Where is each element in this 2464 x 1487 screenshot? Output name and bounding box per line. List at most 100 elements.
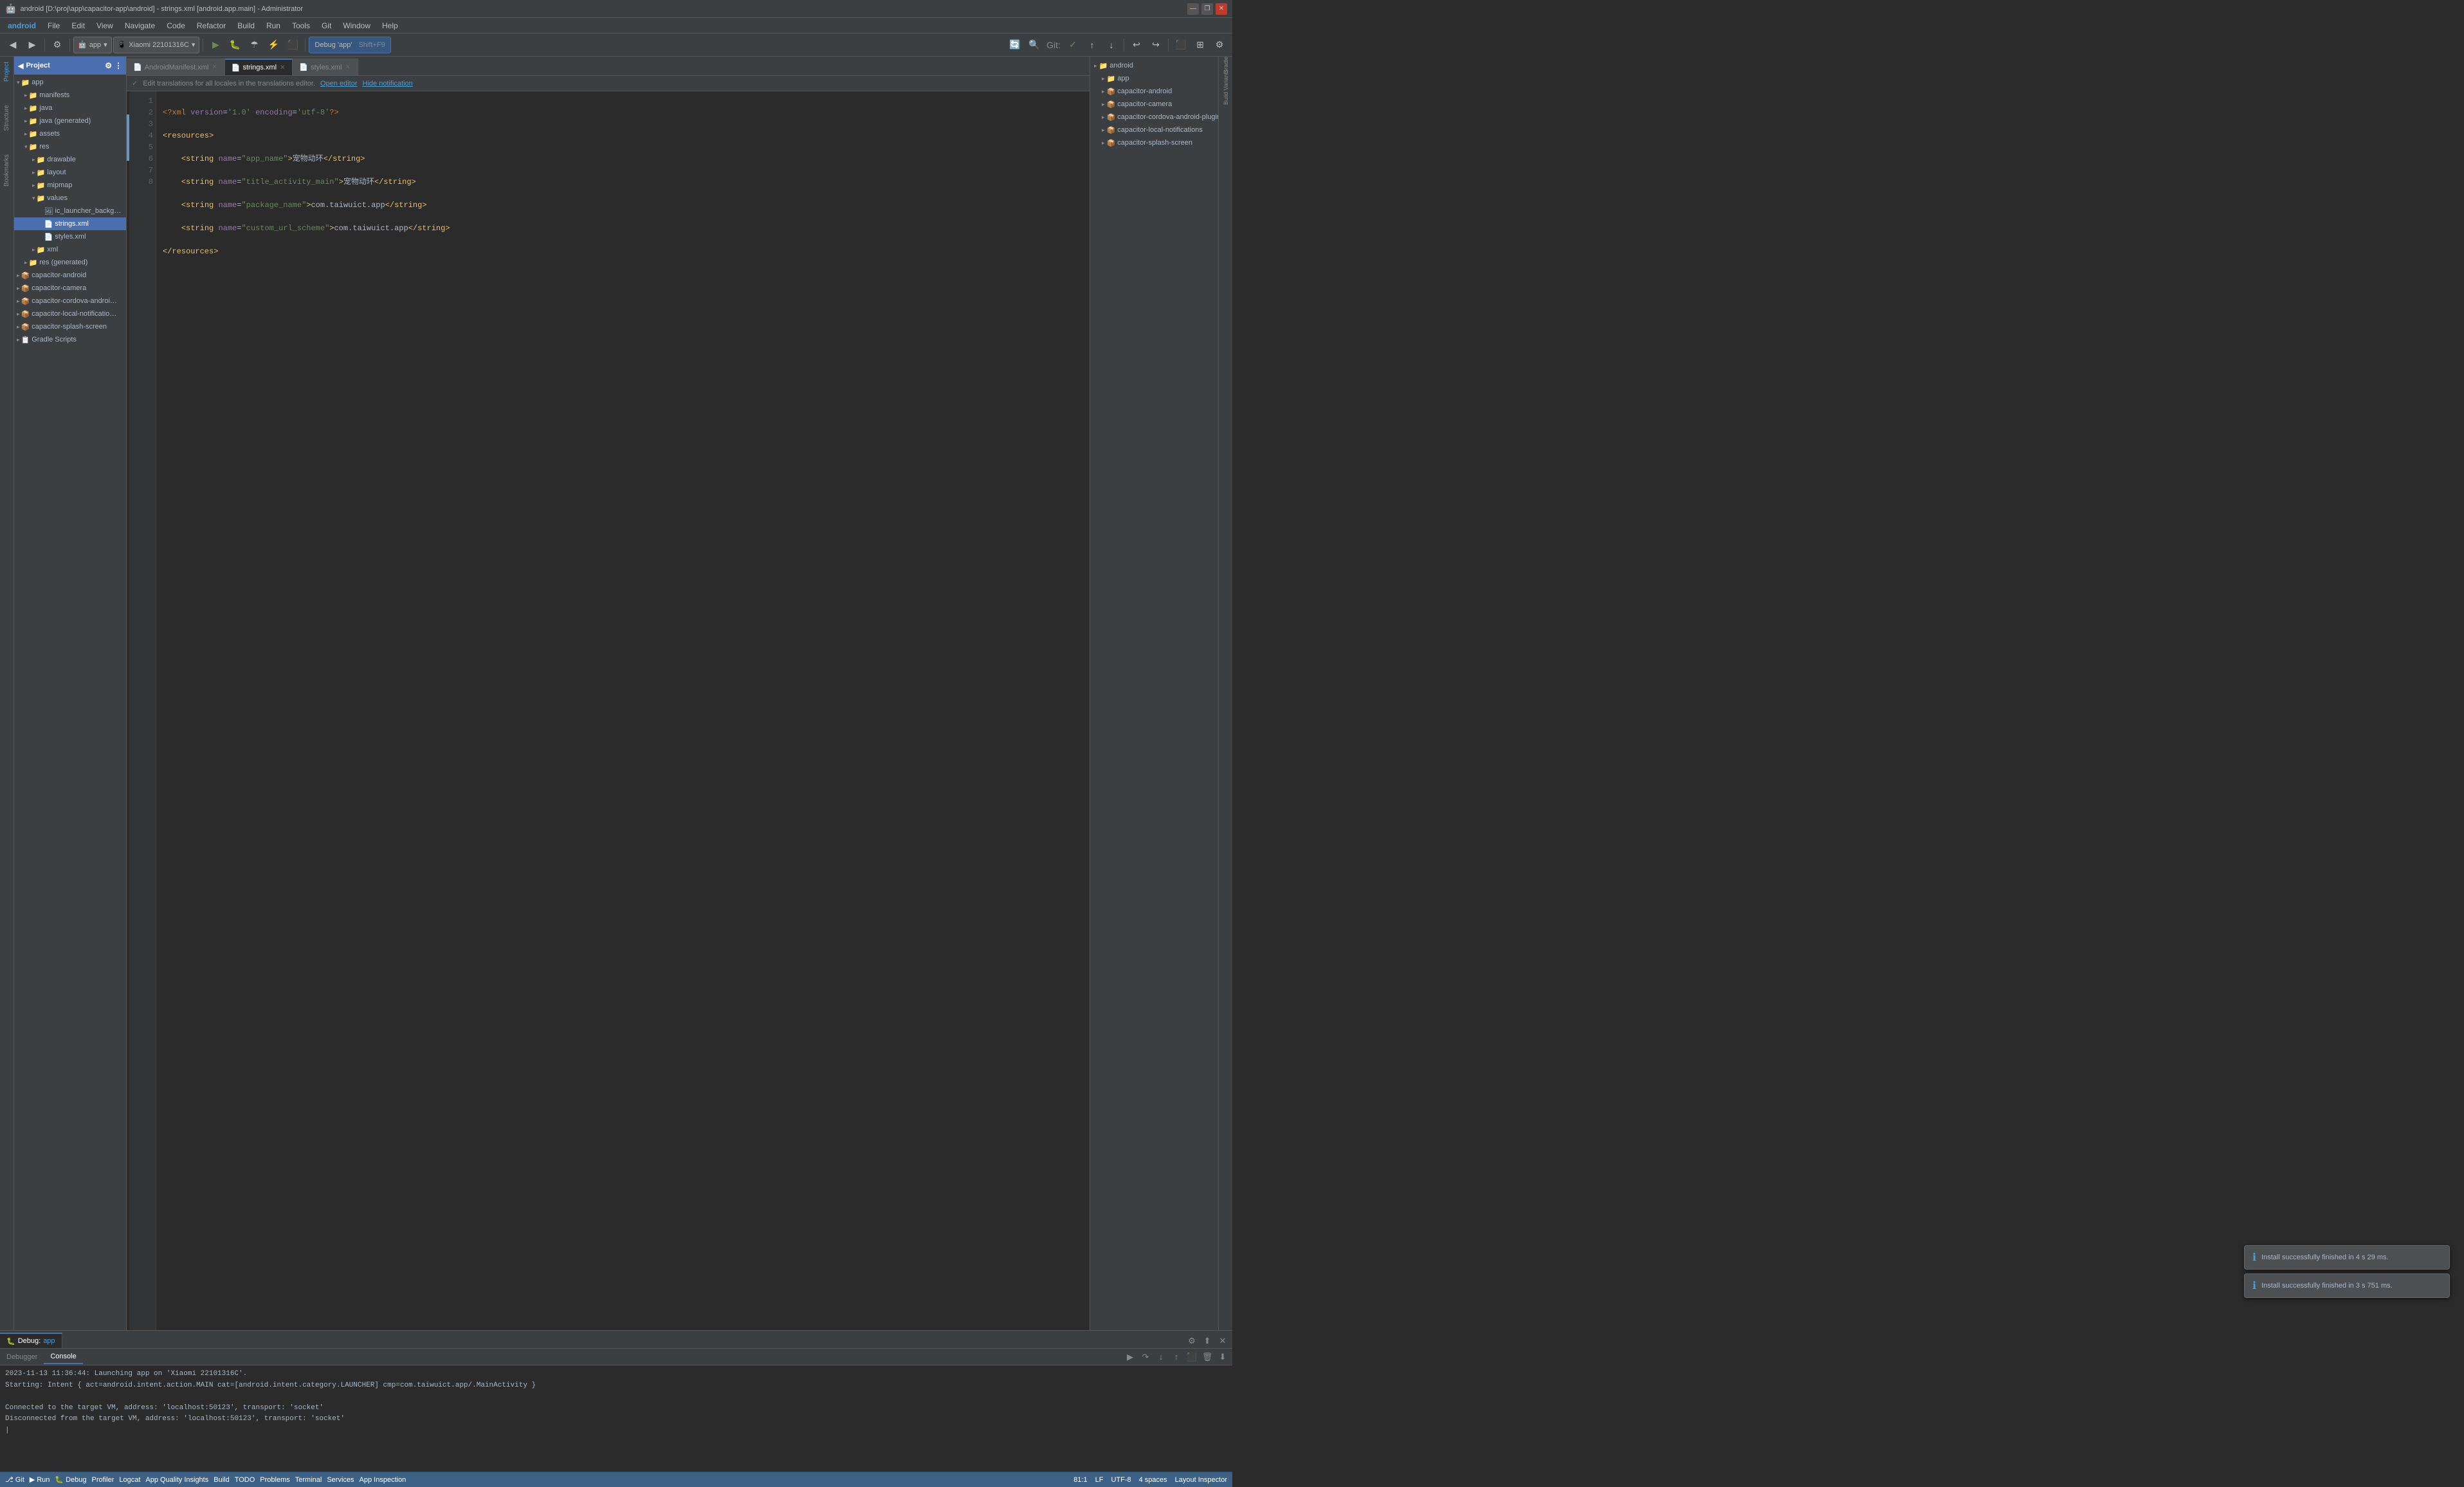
toolbar-settings-button[interactable]: ⚙ [48, 36, 66, 54]
encoding[interactable]: UTF-8 [1111, 1476, 1131, 1484]
tab-strings-xml[interactable]: 📄 strings.xml ✕ [225, 59, 293, 75]
tree-item-cap-cordova[interactable]: ▸ 📦 capacitor-cordova-androi… [14, 295, 126, 307]
rtree-item-cap-splash[interactable]: ▸ 📦 capacitor-splash-screen [1090, 136, 1218, 149]
toolbar-undo-button[interactable]: ↩ [1127, 36, 1145, 54]
bottom-expand-btn[interactable]: ⬆ [1200, 1334, 1214, 1348]
tree-item-styles-xml[interactable]: ▸ 📄 styles.xml [14, 230, 126, 243]
line-ending[interactable]: LF [1095, 1476, 1104, 1484]
close-button[interactable]: ✕ [1216, 3, 1227, 15]
menu-navigate[interactable]: Navigate [120, 20, 160, 32]
menu-file[interactable]: File [42, 20, 65, 32]
build-variants-btn[interactable]: Build Variants [1219, 81, 1232, 94]
tree-item-strings-xml[interactable]: ▸ 📄 strings.xml [14, 217, 126, 230]
project-tab-btn[interactable]: Project [2, 59, 12, 84]
toolbar-redo-button[interactable]: ↪ [1147, 36, 1165, 54]
rtree-item-cap-android[interactable]: ▸ 📦 capacitor-android [1090, 85, 1218, 98]
stop-debug-btn[interactable]: ⬛ [1185, 1350, 1199, 1364]
tree-item-values[interactable]: ▾ 📁 values [14, 192, 126, 205]
terminal-status[interactable]: Terminal [295, 1476, 322, 1484]
menu-refactor[interactable]: Refactor [192, 20, 231, 32]
device-selector[interactable]: 📱 Xiaomi 22101316C ▾ [113, 37, 200, 53]
menu-help[interactable]: Help [377, 20, 403, 32]
toolbar-git-button[interactable]: Git: [1045, 36, 1063, 54]
structure-tab-btn[interactable]: Structure [2, 102, 12, 134]
services-status[interactable]: Services [327, 1476, 354, 1484]
app-inspection-status[interactable]: App Inspection [360, 1476, 406, 1484]
menu-android[interactable]: android [3, 20, 41, 32]
code-editor[interactable]: 1 2 3 4 5 6 7 8 <?xml version='1.0' enco… [127, 91, 1090, 1330]
toolbar-push-button[interactable]: ↑ [1083, 36, 1101, 54]
tree-item-java[interactable]: ▸ 📁 java [14, 102, 126, 114]
step-over-btn[interactable]: ↷ [1138, 1350, 1153, 1364]
tree-item-cap-camera[interactable]: ▸ 📦 capacitor-camera [14, 282, 126, 295]
tab-androidmanifest[interactable]: 📄 AndroidManifest.xml ✕ [127, 59, 225, 75]
menu-code[interactable]: Code [161, 20, 190, 32]
menu-git[interactable]: Git [316, 20, 336, 32]
tab-close-button[interactable]: ✕ [279, 64, 286, 71]
rtree-item-app[interactable]: ▸ 📁 app [1090, 72, 1218, 85]
profile-button[interactable]: ⚡ [264, 36, 282, 54]
resume-btn[interactable]: ▶ [1123, 1350, 1137, 1364]
tree-item-res[interactable]: ▾ 📁 res [14, 140, 126, 153]
tree-item-assets[interactable]: ▸ 📁 assets [14, 127, 126, 140]
logcat-status[interactable]: Logcat [119, 1476, 140, 1484]
tab-close-button[interactable]: ✕ [211, 64, 217, 71]
project-header-more[interactable]: ⋮ [114, 61, 122, 70]
minimize-button[interactable]: — [1187, 3, 1199, 15]
hide-notification-btn[interactable]: Hide notification [363, 80, 413, 87]
rtree-item-cap-cordova[interactable]: ▸ 📦 capacitor-cordova-android-plugins [1090, 111, 1218, 123]
tree-item-mipmap[interactable]: ▸ 📁 mipmap [14, 179, 126, 192]
rtree-item-cap-local-notif[interactable]: ▸ 📦 capacitor-local-notifications [1090, 123, 1218, 136]
tree-item-java-gen[interactable]: ▸ 📁 java (generated) [14, 114, 126, 127]
open-editor-btn[interactable]: Open editor [320, 80, 357, 87]
toolbar-sync-button[interactable]: 🔄 [1006, 36, 1024, 54]
code-content[interactable]: <?xml version='1.0' encoding='utf-8'?> <… [156, 91, 1090, 1330]
tree-item-cap-splash[interactable]: ▸ 📦 capacitor-splash-screen [14, 320, 126, 333]
menu-edit[interactable]: Edit [66, 20, 90, 32]
todo-status[interactable]: TODO [235, 1476, 255, 1484]
tab-close-button[interactable]: ✕ [344, 64, 351, 71]
rtree-item-cap-camera[interactable]: ▸ 📦 capacitor-camera [1090, 98, 1218, 111]
debugger-subtab[interactable]: Debugger [0, 1350, 44, 1364]
debug-button[interactable]: 🐛 [226, 36, 244, 54]
scroll-to-end-btn[interactable]: ⬇ [1216, 1350, 1230, 1364]
tree-item-cap-local-notif[interactable]: ▸ 📦 capacitor-local-notificatio… [14, 307, 126, 320]
run-status[interactable]: ▶ Run [30, 1475, 50, 1484]
cursor-pos[interactable]: 81:1 [1073, 1476, 1087, 1484]
tree-item-cap-android[interactable]: ▸ 📦 capacitor-android [14, 269, 126, 282]
tab-styles-xml[interactable]: 📄 styles.xml ✕ [293, 59, 358, 75]
rtree-item-android[interactable]: ▸ 📁 android [1090, 59, 1218, 72]
bookmarks-tab-btn[interactable]: Bookmarks [2, 152, 12, 189]
tree-item-drawable[interactable]: ▸ 📁 drawable [14, 153, 126, 166]
toolbar-terminal-button[interactable]: ⬛ [1172, 36, 1190, 54]
indent[interactable]: 4 spaces [1139, 1476, 1167, 1484]
run-button[interactable]: ▶ [206, 36, 224, 54]
toolbar-more-button[interactable]: ⚙ [1210, 36, 1228, 54]
toolbar-pull-button[interactable]: ↓ [1102, 36, 1120, 54]
step-into-btn[interactable]: ↓ [1154, 1350, 1168, 1364]
layout-inspector[interactable]: Layout Inspector [1175, 1476, 1227, 1484]
toolbar-layout-button[interactable]: ⊞ [1191, 36, 1209, 54]
maximize-button[interactable]: ❐ [1201, 3, 1213, 15]
git-status[interactable]: ⎇ Git [5, 1475, 24, 1484]
coverage-button[interactable]: ☂ [245, 36, 263, 54]
menu-window[interactable]: Window [338, 20, 376, 32]
clear-console-btn[interactable]: 🗑 [1200, 1350, 1214, 1364]
app-selector[interactable]: 🤖 app ▾ [73, 37, 112, 53]
menu-build[interactable]: Build [232, 20, 260, 32]
toolbar-search-button[interactable]: 🔍 [1025, 36, 1043, 54]
toolbar-forward-button[interactable]: ▶ [23, 36, 41, 54]
menu-tools[interactable]: Tools [287, 20, 315, 32]
menu-view[interactable]: View [91, 20, 118, 32]
stop-button[interactable]: ⬛ [284, 36, 302, 54]
profiler-status[interactable]: Profiler [92, 1476, 114, 1484]
tree-item-xml[interactable]: ▸ 📁 xml [14, 243, 126, 256]
project-header-gear[interactable]: ⚙ [105, 61, 112, 70]
tree-item-res-gen[interactable]: ▸ 📁 res (generated) [14, 256, 126, 269]
tree-item-gradle[interactable]: ▸ 📋 Gradle Scripts [14, 333, 126, 346]
step-out-btn[interactable]: ↑ [1169, 1350, 1183, 1364]
bottom-settings-btn[interactable]: ⚙ [1185, 1334, 1199, 1348]
problems-status[interactable]: Problems [260, 1476, 289, 1484]
menu-run[interactable]: Run [261, 20, 286, 32]
debug-status[interactable]: 🐛 Debug [55, 1475, 86, 1484]
